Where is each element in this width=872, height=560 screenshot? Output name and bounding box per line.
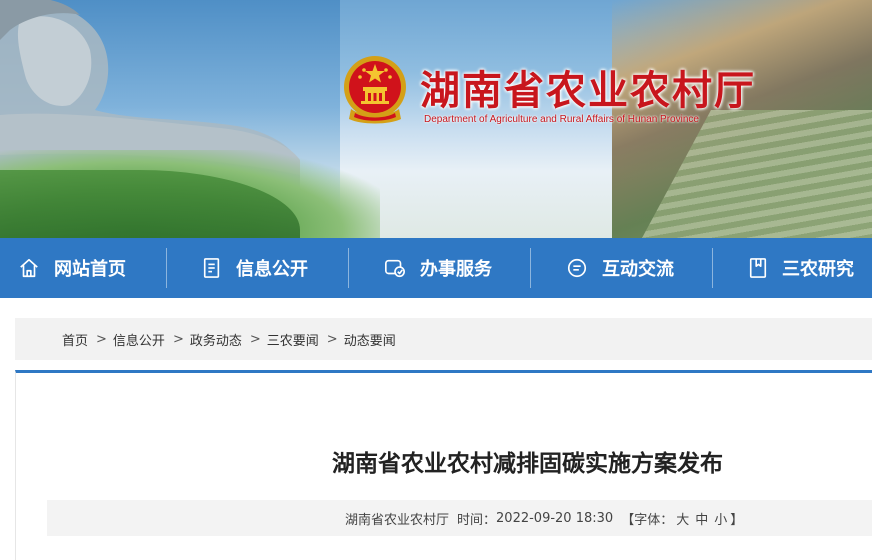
nav-item-label: 三农研究 — [782, 259, 854, 280]
font-size-large-button[interactable]: 大 — [676, 509, 689, 528]
book-icon — [749, 258, 767, 278]
font-size-close: 】 — [730, 512, 744, 528]
service-icon — [385, 259, 405, 278]
nav-item-research[interactable]: 三农研究 — [748, 238, 854, 298]
breadcrumb-item-agri-news[interactable]: 三农要闻 — [267, 330, 319, 349]
nav-item-label: 互动交流 — [602, 259, 674, 280]
nav-item-label: 办事服务 — [420, 259, 492, 280]
breadcrumb-separator: > — [249, 331, 261, 347]
site-title: 湖南省农业农村厅 — [420, 68, 756, 114]
nav-item-home[interactable]: 网站首页 — [18, 238, 126, 298]
nav-item-label: 网站首页 — [54, 259, 126, 280]
breadcrumb-separator: > — [172, 331, 184, 347]
nav-item-label: 信息公开 — [236, 259, 308, 280]
nav-item-interact[interactable]: 互动交流 — [566, 238, 674, 298]
breadcrumb-item-home[interactable]: 首页 — [62, 330, 88, 349]
home-icon — [20, 258, 38, 278]
breadcrumb-item-gov-news[interactable]: 政务动态 — [190, 330, 242, 349]
article-meta: 湖南省农业农村厅 时间： 2022-09-20 18:30 【字体： 大 中 小… — [47, 500, 872, 536]
national-emblem-icon — [344, 56, 406, 124]
article-title: 湖南省农业农村减排固碳实施方案发布 — [332, 451, 723, 477]
font-size-small-button[interactable]: 小 — [714, 509, 727, 528]
main-nav: 网站首页 信息公开 办事服务 互动交流 三农研究 — [0, 238, 872, 298]
nav-divider — [712, 248, 713, 288]
article-time-label: 时间： — [457, 512, 497, 528]
breadcrumb-item-info[interactable]: 信息公开 — [113, 330, 165, 349]
breadcrumb: 首页 > 信息公开 > 政务动态 > 三农要闻 > 动态要闻 — [15, 318, 872, 360]
header-banner: 湖南省农业农村厅 Department of Agriculture and R… — [0, 0, 872, 238]
font-size-label: 【字体： — [621, 512, 674, 528]
font-size-medium-button[interactable]: 中 — [695, 509, 708, 528]
article-source: 湖南省农业农村厅 — [345, 512, 450, 528]
nav-divider — [348, 248, 349, 288]
nav-item-service[interactable]: 办事服务 — [384, 238, 492, 298]
chat-icon — [567, 258, 587, 278]
document-icon — [203, 258, 220, 278]
nav-divider — [530, 248, 531, 288]
breadcrumb-separator: > — [326, 331, 338, 347]
article-time: 2022-09-20 18:30 — [496, 510, 614, 526]
nav-item-info[interactable]: 信息公开 — [202, 238, 308, 298]
breadcrumb-separator: > — [96, 331, 107, 347]
site-subtitle: Department of Agriculture and Rural Affa… — [424, 114, 699, 125]
nav-divider — [166, 248, 167, 288]
breadcrumb-item-dynamic-news[interactable]: 动态要闻 — [344, 330, 396, 349]
